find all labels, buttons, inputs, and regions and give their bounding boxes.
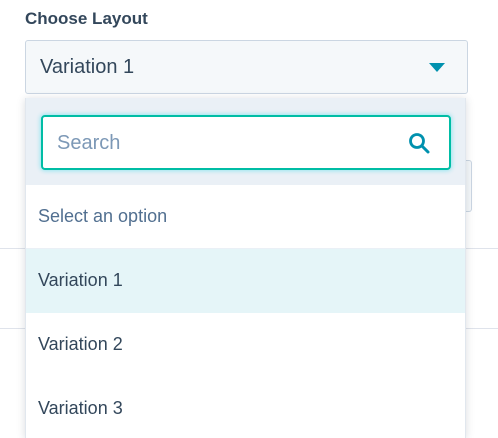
search-icon[interactable] [407, 131, 431, 155]
option-variation-1[interactable]: Variation 1 [26, 249, 465, 313]
option-label: Variation 1 [38, 270, 123, 290]
option-variation-2[interactable]: Variation 2 [26, 313, 465, 377]
field-label: Choose Layout [25, 9, 148, 28]
layout-chooser-panel: Choose Layout Variation 1 Select an opti… [0, 0, 498, 438]
dropdown-search-area [26, 98, 465, 185]
option-select-an-option[interactable]: Select an option [26, 185, 465, 249]
option-label: Variation 3 [38, 398, 123, 418]
select-current-value: Variation 1 [40, 56, 135, 78]
option-label: Select an option [38, 206, 168, 226]
layout-dropdown-menu: Select an option Variation 1 Variation 2… [25, 98, 466, 438]
layout-select[interactable]: Variation 1 [25, 40, 468, 94]
caret-down-icon[interactable] [429, 63, 445, 72]
option-label: Variation 2 [38, 334, 123, 354]
option-variation-3[interactable]: Variation 3 [26, 377, 465, 438]
search-field[interactable] [41, 115, 451, 170]
search-input[interactable] [57, 129, 387, 157]
